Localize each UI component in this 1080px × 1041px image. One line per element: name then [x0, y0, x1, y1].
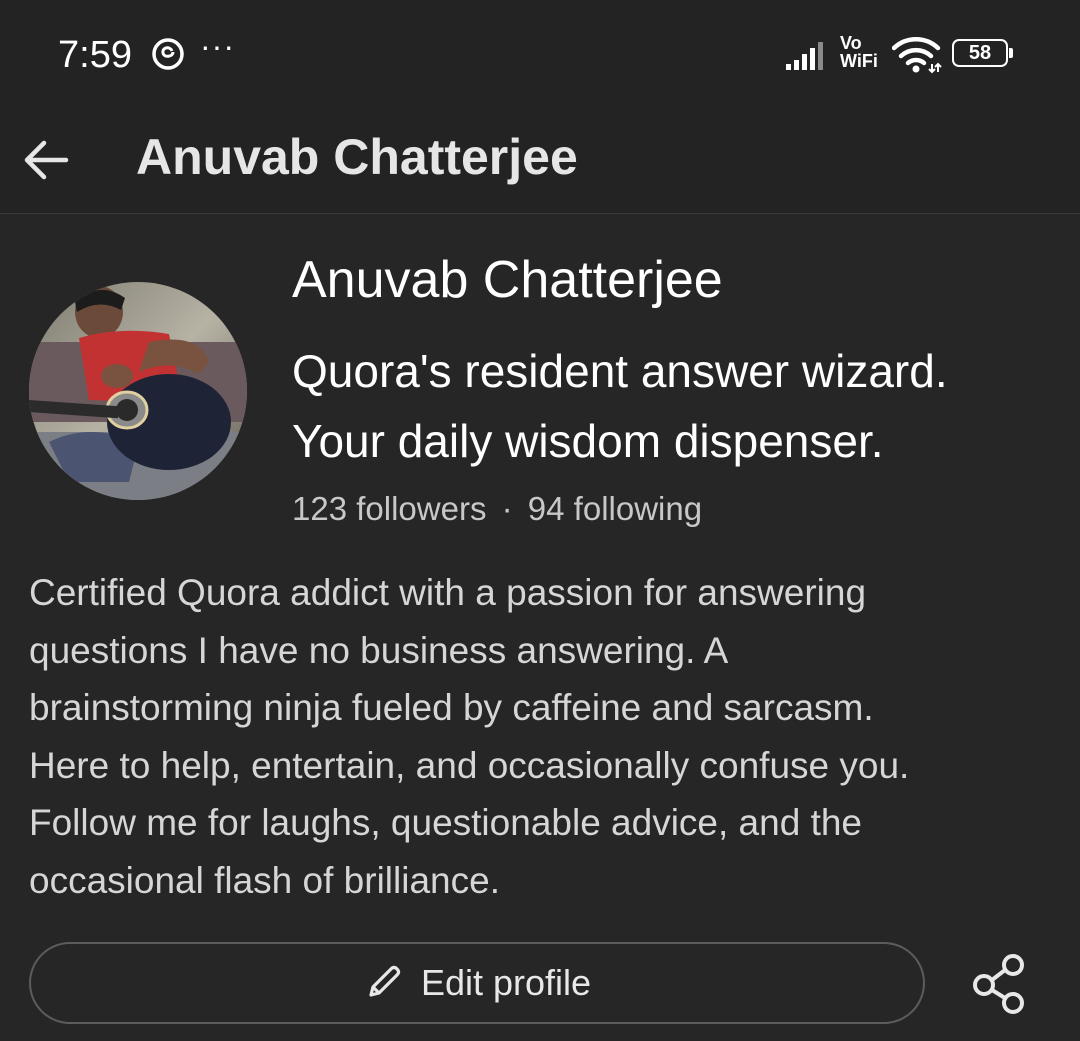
bio-line: occasional flash of brilliance.: [29, 859, 500, 901]
edit-profile-label: Edit profile: [420, 962, 592, 1003]
profile-tagline: Quora's resident answer wizard. Your dai…: [292, 336, 1052, 476]
tagline-line: Quora's resident answer wizard.: [292, 345, 948, 397]
app-header: Anuvab Chatterjee: [0, 110, 1080, 214]
status-time: 7:59: [58, 34, 132, 76]
followers-link[interactable]: 123 followers: [292, 490, 486, 527]
stats-separator: ·: [501, 490, 513, 527]
avatar-photo: [29, 282, 247, 500]
signal-icon: [786, 42, 823, 70]
profile-page: 7:59 ··· Vo WiFi 58 Anuvab Chatterjee An…: [0, 0, 1080, 1041]
bio-line: Follow me for laughs, questionable advic…: [29, 802, 863, 844]
header-title: Anuvab Chatterjee: [136, 129, 578, 185]
back-arrow-icon[interactable]: [18, 130, 78, 190]
avatar[interactable]: [29, 282, 247, 500]
wifi-icon: [892, 37, 942, 74]
battery-icon: 58: [952, 39, 1014, 69]
vowifi-indicator: Vo WiFi: [840, 33, 878, 71]
bio-line: Here to help, entertain, and occasionall…: [29, 744, 910, 786]
share-icon[interactable]: [970, 952, 1028, 1016]
profile-bio: Certified Quora addict with a passion fo…: [29, 564, 1039, 910]
pencil-icon: [369, 965, 401, 997]
battery-level: 58: [952, 39, 1008, 67]
bio-line: brainstorming ninja fueled by caffeine a…: [29, 687, 874, 729]
tagline-line: Your daily wisdom dispenser.: [292, 415, 884, 467]
follow-stats: 123 followers · 94 following: [292, 490, 702, 528]
threads-icon: [152, 38, 184, 70]
bio-line: questions I have no business answering. …: [29, 629, 729, 671]
battery-tip: [1009, 48, 1013, 58]
status-bar: 7:59 ··· Vo WiFi 58: [0, 0, 1080, 110]
more-notifications-icon: ···: [200, 28, 235, 64]
bio-line: Certified Quora addict with a passion fo…: [29, 572, 867, 613]
following-link[interactable]: 94 following: [528, 490, 702, 527]
profile-name: Anuvab Chatterjee: [292, 251, 723, 309]
edit-profile-button[interactable]: Edit profile: [29, 942, 925, 1024]
